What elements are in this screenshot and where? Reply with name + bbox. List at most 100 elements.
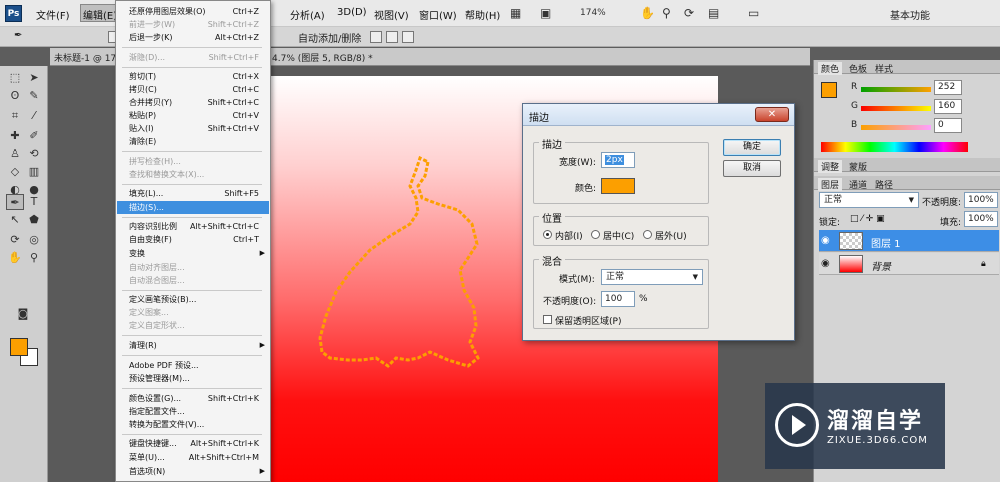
menu-item-paste[interactable]: 粘贴(P) Ctrl+V [117, 109, 269, 122]
layer-row-1[interactable]: ◉ 图层 1 [819, 230, 999, 252]
menu-item-pdf-presets[interactable]: Adobe PDF 预设... [117, 359, 269, 372]
color-panel-foreground[interactable] [821, 82, 837, 98]
menu-item-purge[interactable]: 清理(R) ▶ [117, 339, 269, 352]
menu-item-copy[interactable]: 拷贝(C) Ctrl+C [117, 83, 269, 96]
menu-item-keyboard-shortcuts[interactable]: 键盘快捷键... Alt+Shift+Ctrl+K [117, 437, 269, 450]
outside-radio[interactable] [643, 230, 652, 239]
menu-help[interactable]: 帮助(H) [465, 7, 500, 22]
menu-item-fill[interactable]: 填充(L)... Shift+F5 [117, 187, 269, 200]
menu-3d[interactable]: 3D(D) [337, 7, 367, 18]
menu-item-undo[interactable]: 还原停用图层效果(O) Ctrl+Z [117, 5, 269, 18]
tab-paths[interactable]: 路径 [872, 178, 896, 191]
blend-mode-select[interactable]: 正常 ▼ [819, 192, 919, 208]
preserve-transparency-checkbox[interactable] [543, 315, 552, 324]
quick-mask-icon[interactable]: ◙ [14, 306, 32, 322]
tab-document-1[interactable]: 未标题-1 @ 174 [54, 51, 122, 64]
menu-item-step-backward[interactable]: 后退一步(K) Alt+Ctrl+Z [117, 31, 269, 44]
stamp-tool-icon[interactable]: ♙ [6, 146, 24, 162]
menu-item-preferences[interactable]: 首选项(N) ▶ [117, 465, 269, 478]
menu-item-convert-profile[interactable]: 转换为配置文件(V)... [117, 418, 269, 431]
close-button[interactable]: ✕ [755, 107, 789, 122]
zoom-icon[interactable]: ⚲ [662, 6, 671, 20]
auto-add-delete-label[interactable]: 自动添加/删除 [298, 30, 361, 45]
menu-item-menus[interactable]: 菜单(U)... Alt+Shift+Ctrl+M [117, 451, 269, 464]
eraser-tool-icon[interactable]: ◇ [6, 164, 24, 180]
zoom-level[interactable]: 174% [580, 8, 606, 18]
r-value-input[interactable]: 252 [934, 80, 962, 95]
bridge-icon[interactable]: ▦ [510, 6, 521, 20]
tab-document-2[interactable]: 4.7% (图层 5, RGB/8) * [272, 51, 373, 64]
lock-icons[interactable]: □ ⁄ ✛ ▣ [850, 214, 885, 224]
crop-tool-icon[interactable]: ⌗ [6, 108, 24, 124]
grid-icon[interactable]: ▤ [708, 6, 719, 20]
menu-item-color-settings[interactable]: 颜色设置(G)... Shift+Ctrl+K [117, 392, 269, 405]
menu-item-content-aware-scale[interactable]: 内容识别比例 Alt+Shift+Ctrl+C [117, 220, 269, 233]
eye-icon[interactable]: ◉ [821, 258, 830, 269]
quick-select-tool-icon[interactable]: ✎ [25, 88, 43, 104]
layer-opacity-input[interactable]: 100% [964, 192, 998, 208]
layer-row-background[interactable]: ◉ 背景 🔒︎ [819, 253, 999, 275]
brush-tool-icon[interactable]: ✐ [25, 128, 43, 144]
move-tool-icon[interactable]: ➤ [25, 70, 43, 86]
stroke-color-swatch[interactable] [601, 178, 635, 194]
path-intersect-button[interactable] [402, 31, 414, 43]
inside-radio[interactable] [543, 230, 552, 239]
menu-item-preset-manager[interactable]: 预设管理器(M)... [117, 372, 269, 385]
layer-fill-input[interactable]: 100% [964, 211, 998, 227]
path-select-tool-icon[interactable]: ↖ [6, 212, 24, 228]
cancel-button[interactable]: 取消 [723, 160, 781, 177]
hand-icon[interactable]: ✋ [640, 6, 655, 20]
opacity-input[interactable]: 100 [601, 291, 635, 307]
menu-item-paste-into[interactable]: 贴入(I) Shift+Ctrl+V [117, 122, 269, 135]
tab-color[interactable]: 颜色 [818, 62, 843, 75]
lasso-tool-icon[interactable]: ʘ [6, 88, 24, 104]
tab-adjustments[interactable]: 调整 [818, 160, 843, 173]
dialog-title-bar[interactable]: 描边 ✕ [523, 104, 794, 126]
menu-item-clear[interactable]: 清除(E) [117, 135, 269, 148]
history-brush-icon[interactable]: ⟲ [25, 146, 43, 162]
menu-window[interactable]: 窗口(W) [419, 7, 457, 22]
arrange-icon[interactable]: ▭ [748, 6, 759, 20]
tab-layers[interactable]: 图层 [818, 178, 843, 191]
ok-button[interactable]: 确定 [723, 139, 781, 156]
workspace-switcher[interactable]: 基本功能 [890, 7, 930, 22]
menu-item-stroke[interactable]: 描边(S)... [117, 201, 269, 214]
foreground-color-swatch[interactable] [10, 338, 28, 356]
3d-rotate-tool-icon[interactable]: ⟳ [6, 232, 24, 248]
shape-tool-icon[interactable]: ⬟ [25, 212, 43, 228]
eyedropper-tool-icon[interactable]: ⁄ [25, 108, 43, 124]
menu-analysis[interactable]: 分析(A) [290, 7, 325, 22]
zoom-tool-icon[interactable]: ⚲ [25, 250, 43, 266]
path-subtract-button[interactable] [386, 31, 398, 43]
gradient-tool-icon[interactable]: ▥ [25, 164, 43, 180]
pen-tool-icon[interactable]: ✒ [6, 194, 24, 210]
menu-item-copy-merged[interactable]: 合并拷贝(Y) Shift+Ctrl+C [117, 96, 269, 109]
menu-item-define-brush[interactable]: 定义画笔预设(B)... [117, 293, 269, 306]
tab-swatches[interactable]: 色板 [846, 62, 870, 75]
width-input[interactable]: 2px [601, 152, 635, 168]
center-radio[interactable] [591, 230, 600, 239]
healing-tool-icon[interactable]: ✚ [6, 128, 24, 144]
menu-file[interactable]: 文件(F) [36, 7, 70, 22]
hand-tool-icon[interactable]: ✋ [6, 250, 24, 266]
rotate-view-icon[interactable]: ⟳ [684, 6, 694, 20]
menu-view[interactable]: 视图(V) [374, 7, 409, 22]
3d-orbit-tool-icon[interactable]: ◎ [25, 232, 43, 248]
tab-channels[interactable]: 通道 [846, 178, 870, 191]
b-value-input[interactable]: 0 [934, 118, 962, 133]
mini-bridge-icon[interactable]: ▣ [540, 6, 551, 20]
g-value-input[interactable]: 160 [934, 99, 962, 114]
menu-item-cut[interactable]: 剪切(T) Ctrl+X [117, 70, 269, 83]
tab-masks[interactable]: 蒙版 [846, 160, 870, 173]
menu-item-free-transform[interactable]: 自由变换(F) Ctrl+T [117, 233, 269, 246]
path-add-button[interactable] [370, 31, 382, 43]
eye-icon[interactable]: ◉ [821, 235, 830, 246]
mode-select[interactable]: 正常 ▼ [601, 269, 703, 285]
tab-styles[interactable]: 样式 [872, 62, 896, 75]
color-spectrum-bar[interactable] [821, 142, 968, 152]
type-tool-icon[interactable]: T [25, 194, 43, 210]
menu-item-transform[interactable]: 变换 ▶ [117, 247, 269, 260]
menu-item-assign-profile[interactable]: 指定配置文件... [117, 405, 269, 418]
pen-tool-icon[interactable]: ✒ [14, 30, 22, 41]
marquee-tool-icon[interactable]: ⬚ [6, 70, 24, 86]
